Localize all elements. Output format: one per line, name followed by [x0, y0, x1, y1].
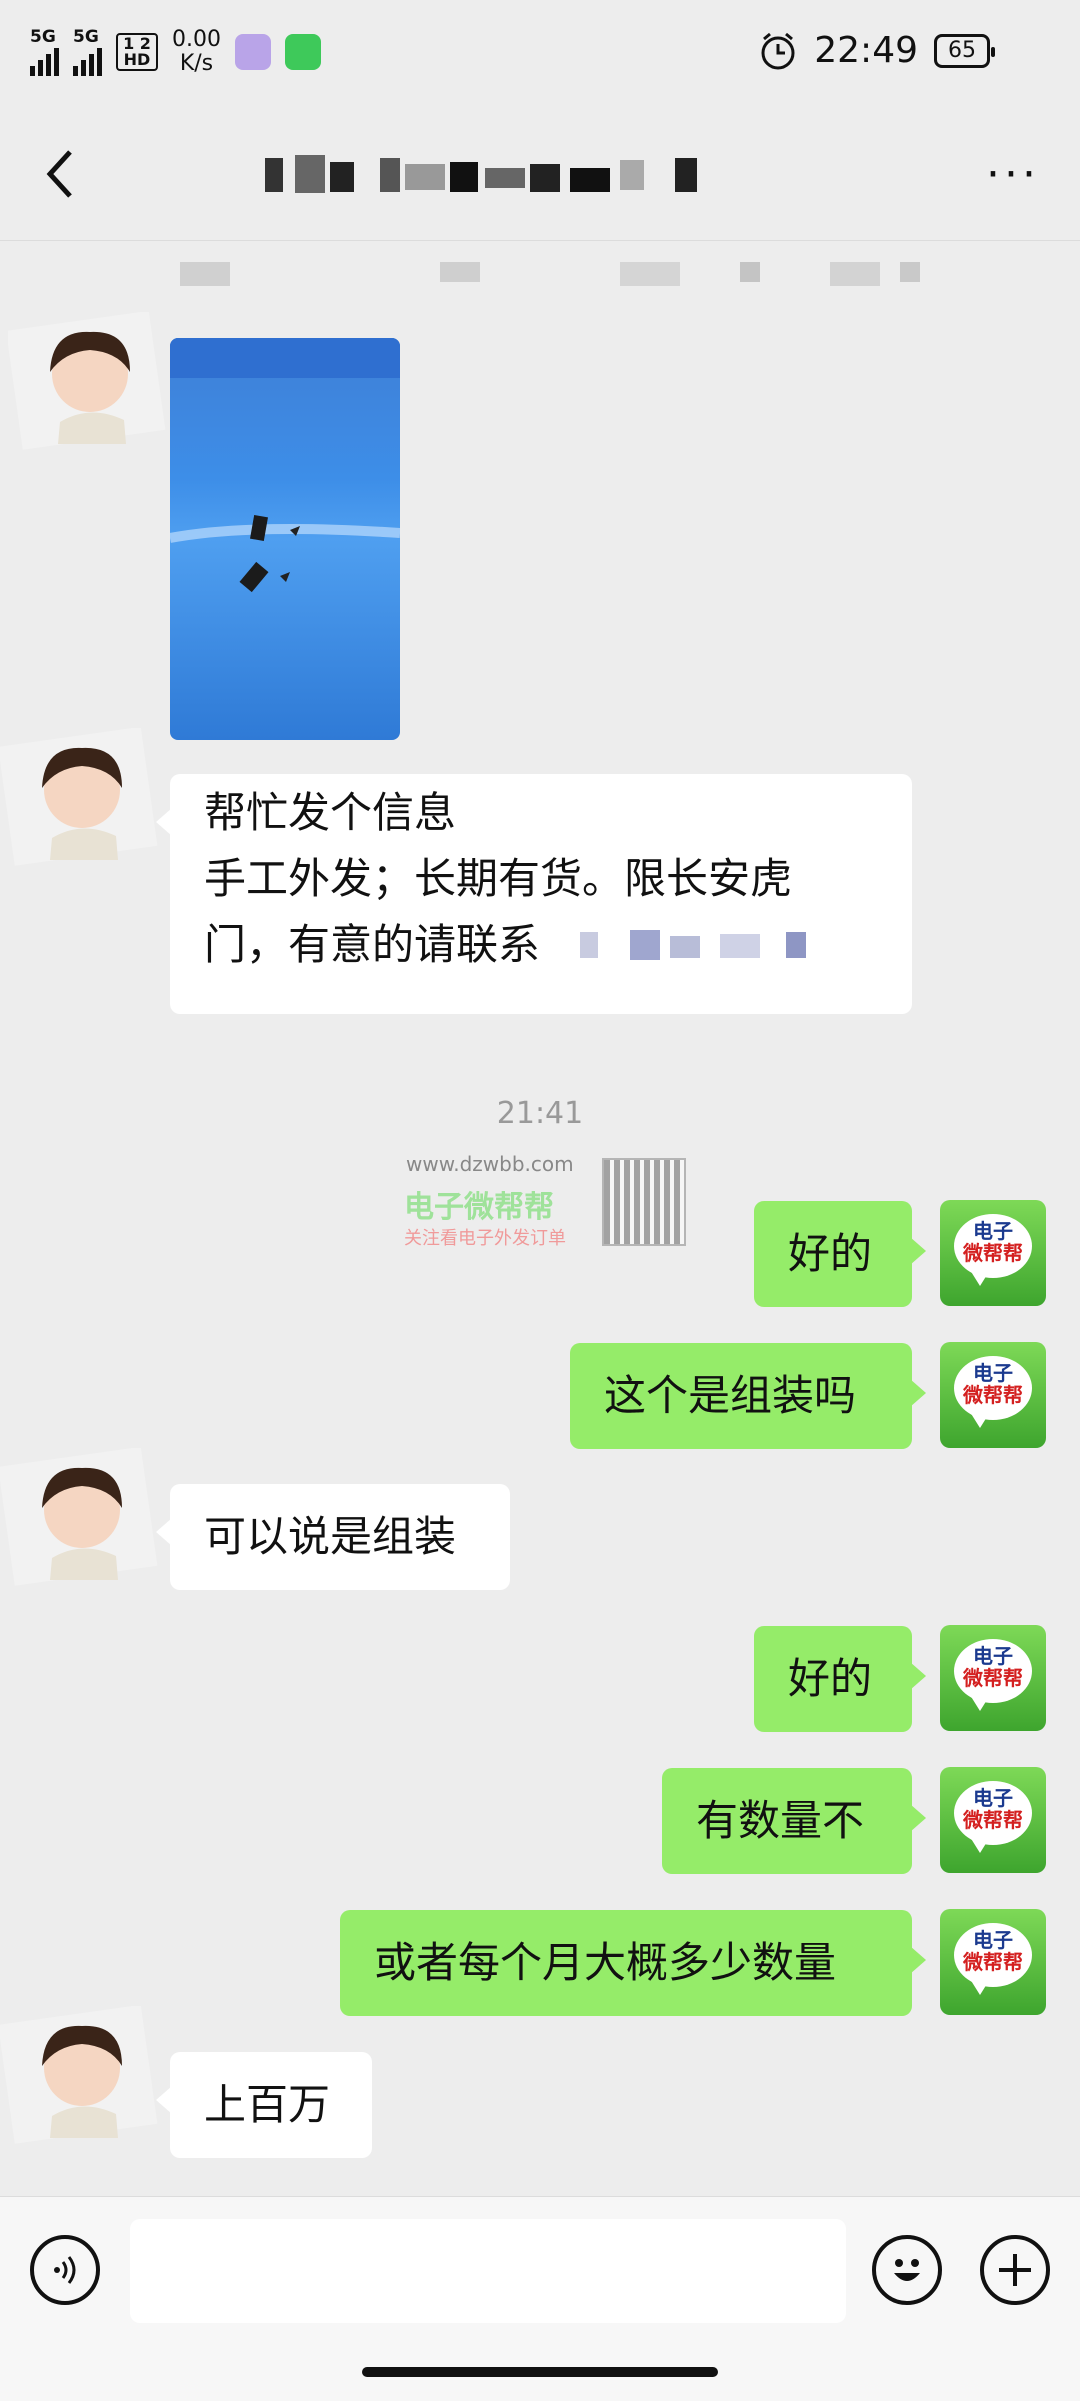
message-bubble-outgoing[interactable]: 这个是组装吗 — [570, 1343, 926, 1449]
watermark-url: www.dzwbb.com — [406, 1152, 574, 1176]
my-avatar[interactable]: 电子 微帮帮 — [940, 1767, 1046, 1873]
signal-indicator-1: 5G — [30, 26, 59, 76]
watermark-tip: 关注看电子外发订单 — [404, 1228, 566, 1249]
voice-icon — [54, 2256, 76, 2284]
message-text-line: 帮忙发个信息 — [204, 788, 457, 837]
avatar-text: 微帮帮 — [963, 1666, 1023, 1690]
message-bubble-incoming[interactable]: 可以说是组装 — [156, 1484, 510, 1590]
my-avatar[interactable]: 电子 微帮帮 — [940, 1200, 1046, 1306]
avatar-text: 电子 — [973, 1928, 1013, 1952]
signal-bars-icon — [30, 46, 59, 76]
message-bubble-incoming[interactable]: 上百万 — [156, 2052, 372, 2158]
back-arrow-icon[interactable] — [40, 144, 80, 204]
chat-header: ··· — [0, 110, 1080, 241]
avatar-text: 电子 — [973, 1644, 1013, 1668]
battery-icon: 65 — [934, 33, 995, 68]
watermark-name: 电子微帮帮 — [404, 1190, 554, 1225]
message-bubble-outgoing[interactable]: 好的 — [754, 1201, 926, 1307]
input-bar — [0, 2196, 1080, 2401]
contact-avatar[interactable] — [0, 1448, 160, 1588]
network-speed-unit: K/s — [179, 51, 214, 76]
message-bubble-incoming[interactable]: 帮忙发个信息 手工外发；长期有货。限长安虎 门，有意的请联系 — [156, 774, 912, 1014]
message-text: 有数量不 — [696, 1796, 865, 1845]
app-notification-icon — [234, 34, 271, 70]
my-avatar[interactable]: 电子 微帮帮 — [940, 1909, 1046, 2015]
network-type-label: 5G — [30, 26, 56, 47]
contact-avatar[interactable] — [0, 2006, 160, 2146]
emoji-button[interactable] — [872, 2235, 942, 2305]
message-text: 这个是组装吗 — [604, 1371, 857, 1420]
battery-level: 65 — [948, 38, 976, 63]
pinned-info-pixelated — [180, 262, 920, 286]
network-speed-value: 0.00 — [172, 27, 221, 52]
signal-bars-icon — [73, 46, 102, 76]
avatar-text: 微帮帮 — [963, 1383, 1023, 1407]
redacted-contact-pixelated — [540, 930, 841, 964]
message-timestamp: 21:41 — [496, 1096, 584, 1131]
avatar-text: 微帮帮 — [963, 1950, 1023, 1974]
alarm-icon — [761, 32, 795, 69]
message-text: 或者每个月大概多少数量 — [374, 1938, 837, 1987]
signal-indicator-2: 5G — [73, 26, 102, 76]
more-options-button[interactable]: ··· — [986, 153, 1040, 197]
avatar-text: 微帮帮 — [963, 1808, 1023, 1832]
message-text: 上百万 — [204, 2080, 331, 2129]
shared-photo[interactable] — [170, 338, 400, 740]
message-text: 好的 — [788, 1229, 873, 1278]
status-bar: 5G 5G 1 2 HD 0.00 K/s 22:49 65 — [0, 0, 1080, 110]
message-text: 好的 — [788, 1654, 873, 1703]
watermark: www.dzwbb.com 电子微帮帮 关注看电子外发订单 — [392, 1150, 692, 1250]
message-input[interactable] — [130, 2219, 846, 2323]
plus-icon — [999, 2254, 1031, 2286]
contact-avatar[interactable] — [0, 728, 160, 868]
avatar-text: 微帮帮 — [963, 1241, 1023, 1265]
chat-title-pixelated — [265, 155, 697, 193]
network-speed: 0.00 K/s — [172, 28, 221, 76]
emoji-icon — [894, 2259, 920, 2281]
contact-avatar[interactable] — [8, 312, 168, 452]
message-text-line: 门，有意的请联系 — [204, 920, 541, 969]
home-indicator[interactable] — [362, 2367, 718, 2377]
voice-input-button[interactable] — [30, 2235, 100, 2305]
message-text-line: 手工外发；长期有货。限长安虎 — [204, 854, 793, 903]
message-text: 可以说是组装 — [204, 1512, 457, 1561]
qr-code-icon — [602, 1158, 686, 1246]
message-bubble-outgoing[interactable]: 好的 — [754, 1626, 926, 1732]
my-avatar[interactable]: 电子 微帮帮 — [940, 1625, 1046, 1731]
wechat-notification-icon — [284, 34, 321, 70]
my-avatar[interactable]: 电子 微帮帮 — [940, 1342, 1046, 1448]
avatar-text: 电子 — [973, 1786, 1013, 1810]
clock: 22:49 — [814, 30, 918, 71]
message-bubble-outgoing[interactable]: 或者每个月大概多少数量 — [340, 1910, 926, 2016]
avatar-text: 电子 — [973, 1219, 1013, 1243]
message-bubble-outgoing[interactable]: 有数量不 — [662, 1768, 926, 1874]
hd-badge: 1 2 HD — [116, 33, 158, 71]
avatar-text: 电子 — [973, 1361, 1013, 1385]
more-features-button[interactable] — [980, 2235, 1050, 2305]
network-type-label: 5G — [73, 26, 99, 47]
